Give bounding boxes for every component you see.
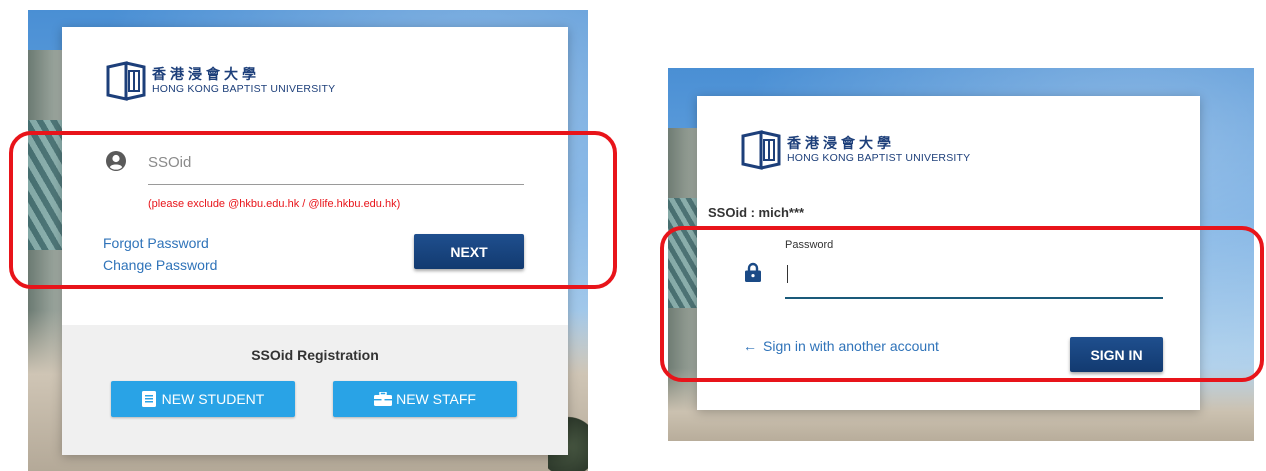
sign-in-button[interactable]: SIGN IN	[1070, 337, 1163, 372]
user-icon	[106, 151, 126, 171]
ssoid-underline	[148, 184, 524, 185]
logo-chinese-text: 香港浸會大學	[152, 67, 260, 83]
registration-title: SSOid Registration	[251, 347, 379, 363]
ssoid-display: SSOid : mich***	[708, 205, 805, 220]
sign-in-another-account-link[interactable]: Sign in with another account	[763, 338, 939, 354]
hkbu-logo-right: 香港浸會大學 HONG KONG BAPTIST UNIVERSITY	[741, 130, 970, 170]
forgot-password-link[interactable]: Forgot Password	[103, 235, 209, 251]
right-login-card: 香港浸會大學 HONG KONG BAPTIST UNIVERSITY SSOi…	[697, 96, 1200, 410]
logo-chinese-text-right: 香港浸會大學	[787, 136, 895, 152]
new-staff-label: NEW STAFF	[396, 391, 476, 407]
left-login-card: 香港浸會大學 HONG KONG BAPTIST UNIVERSITY (ple…	[62, 27, 568, 455]
book-icon	[141, 391, 156, 407]
logo-english-text: HONG KONG BAPTIST UNIVERSITY	[152, 83, 336, 95]
registration-panel: SSOid Registration NEW STUDENT NEW STAFF	[62, 325, 568, 455]
new-student-button[interactable]: NEW STUDENT	[111, 381, 295, 417]
password-label: Password	[785, 239, 834, 251]
next-button[interactable]: NEXT	[414, 234, 524, 269]
hkbu-logo-icon	[106, 61, 146, 101]
hkbu-logo: 香港浸會大學 HONG KONG BAPTIST UNIVERSITY	[106, 61, 335, 101]
logo-english-text-right: HONG KONG BAPTIST UNIVERSITY	[787, 152, 971, 164]
lock-icon	[745, 262, 761, 282]
right-building-glass	[668, 198, 698, 308]
back-link-row[interactable]: ← Sign in with another account	[743, 338, 939, 354]
change-password-link[interactable]: Change Password	[103, 257, 217, 273]
briefcase-icon	[374, 392, 393, 406]
new-staff-button[interactable]: NEW STAFF	[333, 381, 517, 417]
ssoid-hint: (please exclude @hkbu.edu.hk / @life.hkb…	[148, 198, 401, 210]
ssoid-input[interactable]	[148, 151, 518, 173]
password-underline	[785, 297, 1163, 299]
new-student-label: NEW STUDENT	[161, 391, 265, 407]
password-cursor	[787, 265, 788, 283]
arrow-left-icon: ←	[743, 338, 757, 354]
password-input[interactable]	[785, 262, 1157, 286]
hkbu-logo-icon-right	[741, 130, 781, 170]
